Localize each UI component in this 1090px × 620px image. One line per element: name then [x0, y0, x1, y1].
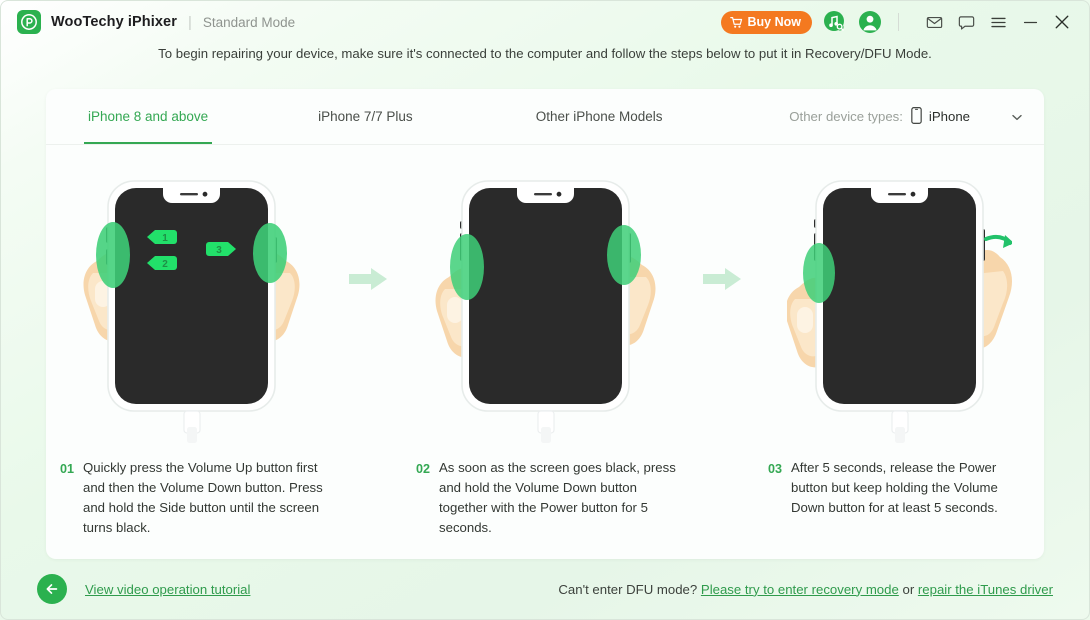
tab-iphone-8-and-above[interactable]: iPhone 8 and above: [84, 89, 213, 144]
step-description: As soon as the screen goes black, press …: [439, 460, 676, 535]
footer-bar: View video operation tutorial Can't ente…: [1, 559, 1089, 619]
title-bar: WooTechy iPhixer | Standard Mode Buy Now: [1, 1, 1089, 43]
step-number: 02: [416, 462, 431, 476]
phone-two-hands-holding: [433, 169, 658, 444]
svg-text:3: 3: [216, 245, 222, 256]
chevron-down-icon[interactable]: [1012, 109, 1022, 124]
tab-label: iPhone 7/7 Plus: [318, 109, 413, 124]
hamburger-menu-icon[interactable]: [987, 11, 1009, 33]
arrow-right-icon: [349, 268, 387, 290]
iphone-device-icon: [911, 106, 922, 127]
dfu-help-question: Can't enter DFU mode?: [558, 581, 698, 597]
step-column-1: 1 2 3 01 Quickly press the Volume Up but…: [46, 169, 336, 538]
steps-card: iPhone 8 and above iPhone 7/7 Plus Other…: [46, 89, 1044, 559]
dfu-help-text: Can't enter DFU mode? Please try to ente…: [558, 582, 1053, 597]
device-select-value: iPhone: [928, 109, 970, 124]
tab-other-iphone-models[interactable]: Other iPhone Models: [532, 89, 667, 144]
phone-two-hands-with-badges: 1 2 3: [79, 169, 304, 444]
other-device-types-select[interactable]: Other device types: iPhone: [789, 89, 1022, 144]
app-brand-name: WooTechy iPhixer: [51, 14, 177, 30]
mail-icon[interactable]: [923, 11, 945, 33]
wootechy-logo-icon: [17, 10, 41, 34]
cart-icon: [729, 16, 743, 29]
feedback-chat-icon[interactable]: [955, 11, 977, 33]
instruction-hint: To begin repairing your device, make sur…: [158, 46, 932, 61]
tab-label: iPhone 8 and above: [88, 109, 209, 124]
tab-iphone-7[interactable]: iPhone 7/7 Plus: [314, 89, 417, 144]
svg-text:2: 2: [162, 259, 168, 270]
step-description: Quickly press the Volume Up button first…: [83, 460, 323, 535]
step-text-3: 03 After 5 seconds, release the Power bu…: [754, 444, 1044, 518]
tab-spacer-a: [212, 89, 314, 144]
back-arrow-icon[interactable]: [37, 574, 67, 604]
dfu-help-conjunction: or: [902, 581, 915, 597]
buy-now-button[interactable]: Buy Now: [720, 10, 812, 34]
mode-label: Standard Mode: [202, 14, 296, 30]
step-number: 03: [768, 462, 783, 476]
step-arrow-2: [690, 169, 754, 292]
titlebar-divider: [898, 13, 899, 31]
step-arrow-1: [336, 169, 400, 292]
itunes-repair-icon[interactable]: [823, 10, 847, 34]
device-tabs: iPhone 8 and above iPhone 7/7 Plus Other…: [46, 89, 1044, 145]
buy-now-label: Buy Now: [747, 15, 801, 29]
step-description: After 5 seconds, release the Power butto…: [791, 460, 998, 515]
app-window: WooTechy iPhixer | Standard Mode Buy Now: [0, 0, 1090, 620]
arrow-right-icon: [703, 268, 741, 290]
step-text-1: 01 Quickly press the Volume Up button fi…: [46, 444, 336, 538]
step-column-3: 03 After 5 seconds, release the Power bu…: [754, 169, 1044, 518]
device-select-value-wrap: iPhone: [911, 106, 970, 127]
steps-row: 1 2 3 01 Quickly press the Volume Up but…: [46, 145, 1044, 559]
device-select-label: Other device types:: [789, 109, 903, 124]
svg-text:1: 1: [162, 233, 168, 244]
view-video-tutorial-link[interactable]: View video operation tutorial: [85, 582, 250, 597]
step-column-2: 02 As soon as the screen goes black, pre…: [400, 169, 690, 538]
close-icon[interactable]: [1051, 11, 1073, 33]
phone-release-power-button: [786, 169, 1012, 444]
step-number: 01: [60, 462, 75, 476]
tab-spacer-b: [417, 89, 532, 144]
minimize-icon[interactable]: [1019, 11, 1041, 33]
step-text-2: 02 As soon as the screen goes black, pre…: [400, 444, 690, 538]
tab-label: Other iPhone Models: [535, 109, 663, 124]
brand-separator: |: [187, 13, 192, 31]
repair-itunes-driver-link[interactable]: repair the iTunes driver: [918, 582, 1053, 597]
account-avatar-icon[interactable]: [858, 10, 882, 34]
recovery-mode-link[interactable]: Please try to enter recovery mode: [701, 582, 899, 597]
